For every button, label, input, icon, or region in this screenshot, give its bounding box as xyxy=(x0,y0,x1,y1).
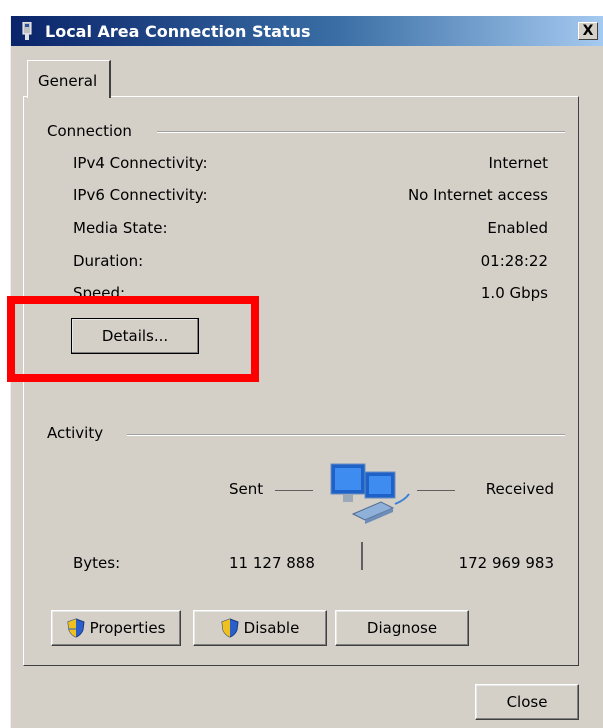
speed-value: 1.0 Gbps xyxy=(480,284,548,302)
duration-value: 01:28:22 xyxy=(480,252,548,270)
properties-button[interactable]: Properties xyxy=(51,610,181,646)
connection-group-divider xyxy=(157,131,565,133)
uac-shield-icon xyxy=(221,618,239,638)
disable-button-label: Disable xyxy=(243,619,300,637)
activity-group-divider xyxy=(127,434,565,436)
sent-connector-line xyxy=(275,490,313,491)
diagnose-button-label: Diagnose xyxy=(366,619,438,637)
ipv4-connectivity-value: Internet xyxy=(488,154,548,172)
connection-group-label: Connection xyxy=(47,122,140,140)
media-state-label: Media State: xyxy=(73,219,168,237)
properties-button-label: Properties xyxy=(89,619,166,637)
close-button[interactable]: Close xyxy=(475,684,579,720)
network-adapter-icon xyxy=(22,22,32,40)
received-connector-line xyxy=(417,490,455,491)
received-label: Received xyxy=(485,480,554,498)
tab-general[interactable]: General xyxy=(27,60,111,98)
duration-label: Duration: xyxy=(73,252,144,270)
bytes-sent-value: 11 127 888 xyxy=(229,554,315,572)
close-button-label: Close xyxy=(506,693,548,711)
disable-button[interactable]: Disable xyxy=(193,610,327,646)
ipv4-connectivity-label: IPv4 Connectivity: xyxy=(73,154,208,172)
close-icon[interactable]: X xyxy=(578,22,598,40)
activity-group-label: Activity xyxy=(47,424,112,442)
diagnose-button[interactable]: Diagnose xyxy=(335,610,469,646)
network-computers-icon xyxy=(330,463,410,524)
annotation-highlight-box xyxy=(7,296,259,382)
tab-general-label: General xyxy=(38,72,98,90)
title-bar[interactable]: Local Area Connection Status X xyxy=(11,16,603,46)
window-title: Local Area Connection Status xyxy=(45,22,311,41)
uac-shield-icon xyxy=(67,618,85,638)
connection-status-dialog: Local Area Connection Status X General C… xyxy=(7,16,603,728)
ipv6-connectivity-value: No Internet access xyxy=(407,186,548,204)
bytes-divider xyxy=(361,542,363,570)
bytes-received-value: 172 969 983 xyxy=(458,554,554,572)
bytes-label: Bytes: xyxy=(73,554,121,572)
media-state-value: Enabled xyxy=(487,219,548,237)
ipv6-connectivity-label: IPv6 Connectivity: xyxy=(73,186,208,204)
sent-label: Sent xyxy=(229,480,264,498)
